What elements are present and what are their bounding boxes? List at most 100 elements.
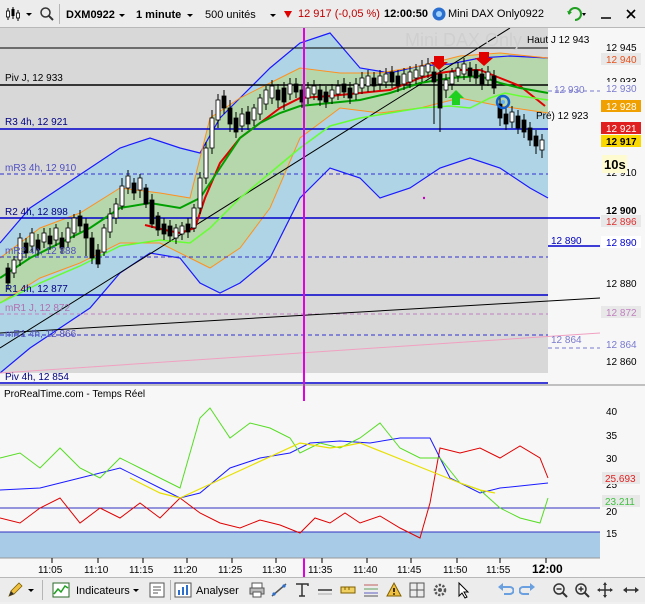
candle-body — [377, 75, 383, 85]
candle-body — [437, 73, 443, 109]
candle-body — [371, 77, 377, 87]
fibonacci-icon[interactable] — [362, 581, 380, 599]
settings-icon[interactable] — [431, 581, 449, 599]
undo-icon[interactable] — [496, 581, 515, 599]
print-icon[interactable] — [248, 581, 266, 599]
chart-area[interactable]: Mini DAX Only Haut J 12 943 Piv J, 12 93… — [0, 27, 645, 577]
grid-icon[interactable] — [408, 581, 426, 599]
candle-body — [221, 95, 227, 109]
instrument-selector[interactable]: DXM0922 — [63, 5, 129, 23]
candle-body — [443, 79, 449, 91]
price-box-label: 12 928 — [606, 102, 637, 113]
magnifier-icon[interactable] — [38, 5, 56, 23]
price-tick: 12 945 — [606, 43, 637, 54]
time-tick-label: 11:50 — [443, 565, 468, 576]
candle-body — [137, 177, 143, 191]
chart-type-dropdown-icon[interactable] — [24, 5, 34, 23]
time-tick-label: 11:30 — [262, 565, 287, 576]
candle-body — [71, 217, 77, 234]
measure-icon[interactable] — [339, 581, 357, 599]
right-890-label: 12 890 — [551, 236, 582, 247]
indicators-icon[interactable] — [52, 581, 70, 599]
candle-body — [473, 69, 479, 79]
candle-body — [65, 227, 71, 243]
time-tick-label: 11:25 — [218, 565, 243, 576]
units-selector[interactable]: 500 unités — [202, 5, 280, 23]
drawing-tool-icon[interactable] — [270, 581, 288, 599]
bottom-toolbar: Indicateurs Analyser — [0, 577, 645, 602]
candle-body — [269, 85, 275, 99]
r1-4h-label: R1 4h, 12 877 — [5, 284, 68, 295]
countdown: 10s — [604, 157, 626, 172]
expand-icon[interactable] — [622, 581, 640, 599]
indicators-button[interactable]: Indicateurs — [76, 582, 130, 600]
time-tick-label: 11:40 — [353, 565, 378, 576]
candle-body — [113, 203, 119, 219]
pencil-icon[interactable] — [6, 581, 24, 599]
osc-value-green: 23.211 — [605, 497, 635, 508]
chevron-down-icon[interactable] — [131, 581, 141, 599]
candle-body — [41, 232, 47, 243]
time-tick-label: 11:05 — [38, 565, 63, 576]
zoom-in-icon[interactable] — [573, 581, 591, 599]
redo-icon[interactable] — [518, 581, 537, 599]
alert-icon[interactable] — [385, 581, 403, 599]
candle-body — [227, 107, 233, 125]
candle-body — [119, 185, 125, 207]
candle-body — [251, 107, 257, 121]
text-tool-icon[interactable] — [293, 581, 311, 599]
price-chart[interactable]: Mini DAX Only Haut J 12 943 Piv J, 12 93… — [0, 27, 645, 577]
piv-j-label: Piv J, 12 933 — [5, 73, 63, 84]
chevron-down-icon — [186, 6, 194, 30]
candle-body — [353, 83, 359, 95]
osc-tick: 35 — [606, 431, 618, 442]
screener-icon[interactable] — [148, 581, 166, 599]
price-tick: 12 860 — [606, 357, 637, 368]
candle-body — [293, 83, 299, 93]
candle-body — [467, 67, 473, 77]
osc-tick: 20 — [606, 507, 618, 518]
chart-type-icon[interactable] — [4, 5, 22, 23]
chevron-down-icon[interactable] — [26, 581, 36, 599]
candle-body — [107, 213, 113, 233]
time-axis[interactable]: 11:05 11:10 11:15 11:20 11:25 11:30 11:35 11:40… — [38, 558, 563, 576]
analyser-icon[interactable] — [174, 581, 192, 599]
pre-label: Pré) 12 923 — [536, 111, 589, 122]
osc-value-red: 25.693 — [605, 474, 636, 485]
candle-body — [197, 177, 203, 209]
zoom-out-icon[interactable] — [551, 581, 569, 599]
candle-body — [449, 71, 455, 85]
candle-body — [455, 67, 461, 77]
candle-body — [5, 267, 11, 284]
candle-body — [125, 175, 131, 189]
candle-body — [347, 87, 353, 99]
time-tick-label: 11:35 — [308, 565, 333, 576]
candle-body — [341, 83, 347, 93]
timeframe-selector[interactable]: 1 minute — [133, 5, 197, 23]
refresh-icon[interactable] — [566, 5, 588, 23]
price-tick: 12 880 — [606, 279, 637, 290]
price-box-label: 12 872 — [606, 308, 637, 319]
candle-body — [383, 73, 389, 83]
candle-body — [77, 215, 83, 227]
candle-body — [29, 232, 35, 247]
watermark: Mini DAX Only — [405, 30, 522, 50]
instrument-info-icon[interactable] — [430, 5, 448, 23]
candle-body — [155, 215, 161, 231]
minimize-icon[interactable] — [597, 5, 615, 23]
price-box-label: 12 896 — [606, 217, 637, 228]
candle-body — [257, 97, 263, 115]
price-box-label: 12 864 — [606, 340, 637, 351]
analyser-button[interactable]: Analyser — [196, 582, 239, 600]
cursor-icon[interactable] — [455, 581, 473, 599]
candle-body — [167, 225, 173, 237]
horizontal-line-icon[interactable] — [316, 581, 334, 599]
candle-body — [191, 207, 197, 229]
candle-body — [359, 77, 365, 89]
price-change: 12 917 (-0,05 %) — [298, 8, 380, 20]
candle-body — [89, 237, 95, 259]
move-icon[interactable] — [596, 581, 614, 599]
close-icon[interactable] — [622, 5, 640, 23]
price-box-label: 12 930 — [606, 84, 637, 95]
candle-body — [521, 119, 527, 133]
